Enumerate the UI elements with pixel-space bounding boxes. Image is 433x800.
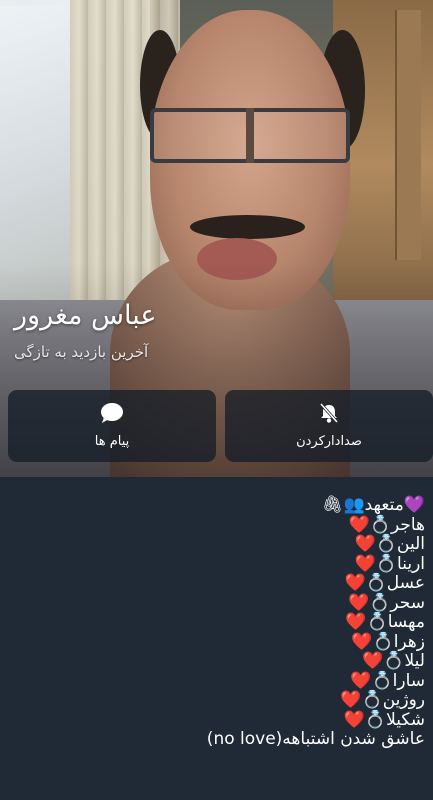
bio-line: شکیلا💍❤️ [343,709,425,730]
bio-line: ارینا💍❤️ [354,553,425,574]
profile-bio: 💜متعهد👥🖇 هاجر💍❤️ الین💍❤️ ارینا💍❤️ عسل💍❤️… [125,495,425,750]
profile-name: عباس مغرور [14,300,157,331]
messages-button[interactable]: پیام ها [8,390,216,462]
bio-line: عاشق شدن اشتباهه(no love) [206,729,425,749]
bio-line: لیلا💍❤️ [362,651,425,671]
bio-line: هاجر💍❤️ [348,514,425,535]
last-seen-status: آخرین بازدید به تازگی [14,343,149,361]
bio-line: الین💍❤️ [354,534,425,554]
bell-off-icon [319,403,339,423]
bio-line: سارا💍❤️ [350,670,425,691]
unmute-button[interactable]: صدادارکردن [225,390,433,462]
bio-line: زهرا💍❤️ [351,631,425,652]
unmute-label: صدادارکردن [296,434,362,449]
bio-line: سحر💍❤️ [348,592,425,613]
messages-label: پیام ها [94,434,130,449]
bio-line: روژین💍❤️ [340,690,425,710]
bio-line: مهسا💍❤️ [345,612,425,632]
chat-bubble-icon [101,403,123,423]
bio-line: عسل💍❤️ [344,573,425,593]
bio-line: 💜متعهد👥🖇 [321,495,425,515]
